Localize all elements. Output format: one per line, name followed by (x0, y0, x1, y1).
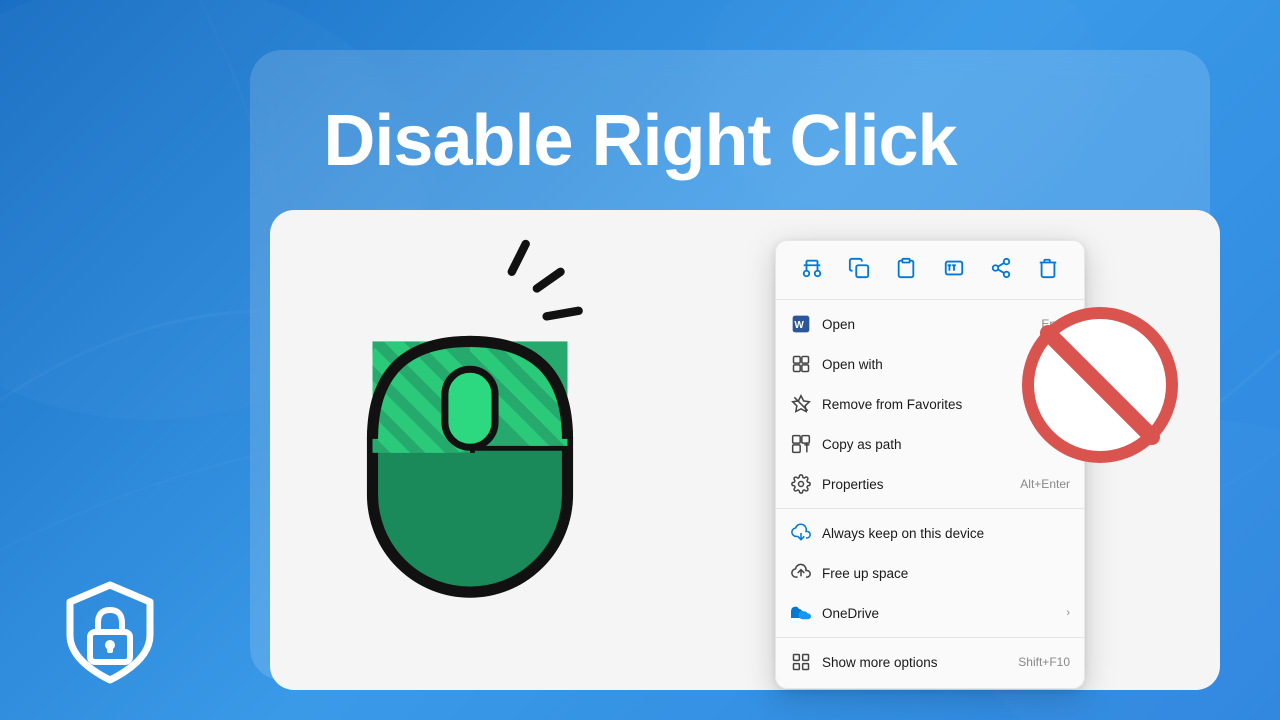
cut-icon (801, 257, 823, 285)
menu-item-properties[interactable]: Properties Alt+Enter (776, 464, 1084, 504)
rename-icon (943, 257, 965, 285)
svg-text:W: W (794, 320, 804, 331)
open-label: Open (822, 317, 1033, 332)
share-icon (990, 257, 1012, 285)
show-more-label: Show more options (822, 655, 1010, 670)
show-more-shortcut: Shift+F10 (1018, 655, 1070, 669)
share-button[interactable] (982, 253, 1020, 289)
delete-icon (1037, 257, 1059, 285)
cloud-download-icon (790, 522, 812, 544)
menu-item-show-more[interactable]: Show more options Shift+F10 (776, 642, 1084, 682)
open-with-icon (790, 353, 812, 375)
no-icon (1020, 305, 1180, 465)
properties-shortcut: Alt+Enter (1020, 477, 1070, 491)
always-keep-label: Always keep on this device (822, 526, 1070, 541)
onedrive-icon (790, 602, 812, 624)
rename-button[interactable] (935, 253, 973, 289)
more-options-icon (790, 651, 812, 673)
cloud-upload-icon (790, 562, 812, 584)
mouse-illustration (310, 230, 630, 620)
menu-divider-1 (776, 508, 1084, 509)
properties-icon (790, 473, 812, 495)
copy-button[interactable] (840, 253, 878, 289)
word-icon: W (790, 313, 812, 335)
menu-divider-2 (776, 637, 1084, 638)
free-up-label: Free up space (822, 566, 1070, 581)
properties-label: Properties (822, 477, 1012, 492)
copy-path-icon (790, 433, 812, 455)
page-title: Disable Right Click (0, 100, 1280, 182)
menu-item-always-keep[interactable]: Always keep on this device (776, 513, 1084, 553)
cut-button[interactable] (793, 253, 831, 289)
context-menu-icon-bar (776, 247, 1084, 300)
copy-icon (848, 257, 870, 285)
paste-button[interactable] (887, 253, 925, 289)
shield-lock-icon (55, 580, 165, 690)
star-icon (790, 393, 812, 415)
menu-item-free-up[interactable]: Free up space (776, 553, 1084, 593)
onedrive-arrow: › (1066, 607, 1070, 619)
onedrive-label: OneDrive (822, 606, 1062, 621)
delete-button[interactable] (1029, 253, 1067, 289)
paste-icon (895, 257, 917, 285)
menu-item-onedrive[interactable]: OneDrive › (776, 593, 1084, 633)
